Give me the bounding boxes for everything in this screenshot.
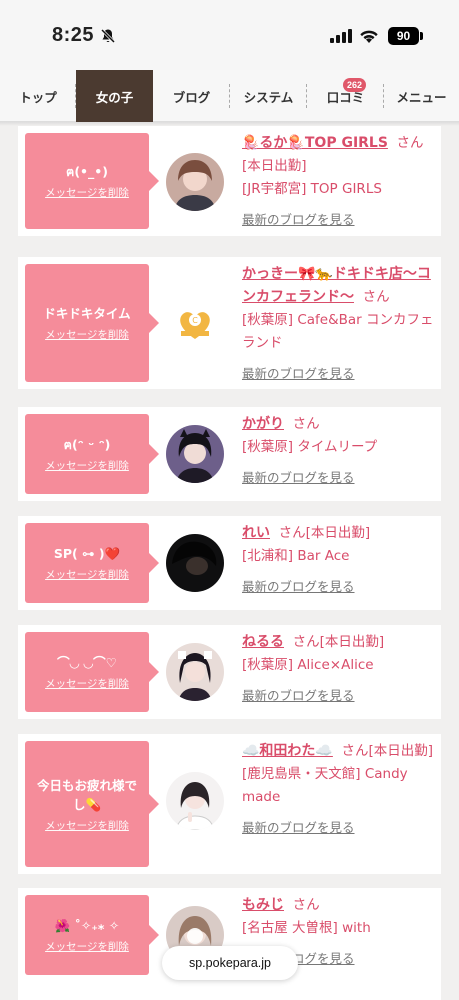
girl-info: かがり さん [秋葉原] タイムリープ 最新のブログを見る [242, 413, 434, 490]
message-bubble: ฅ(ᵔ ᵕ ᵔ) メッセージを削除 [25, 414, 159, 494]
message-text: ฅ(ᵔ ᵕ ᵔ) [63, 437, 111, 452]
list-item: ฅ(•_•) メッセージを削除 🪼るか🪼TOP GIRLS さん [本日出勤] … [18, 126, 441, 236]
delete-message-link[interactable]: メッセージを削除 [45, 185, 129, 200]
girl-info: ねるる さん[本日出勤] [秋葉原] Alice×Alice 最新のブログを見る [242, 631, 434, 708]
list-item: ⌒◡ ◡⌒♡ メッセージを削除 ねるる さん[本日出勤] [秋葉原] Alice… [18, 625, 441, 719]
bell-muted-icon [100, 28, 116, 44]
tab-system[interactable]: システム [230, 70, 307, 122]
tab-top[interactable]: トップ [0, 70, 76, 122]
girl-info: かっきー🎀🐆ドキドキ店〜コンカフェランド〜 さん [秋葉原] Cafe&Bar … [242, 266, 434, 381]
latest-blog-link[interactable]: 最新のブログを見る [242, 470, 355, 485]
svg-text:C: C [192, 316, 198, 325]
avatar[interactable] [166, 153, 224, 211]
clock: 8:25 [52, 24, 95, 46]
list-item: SP( ⊶ )❤️ メッセージを削除 れい さん[本日出勤] [北浦和] Bar… [18, 516, 441, 610]
girl-name-link[interactable]: かっきー🎀🐆ドキドキ店〜コンカフェランド〜 [242, 266, 431, 305]
main-nav: トップ 女の子 ブログ システム 口コミ 262 メニュー [0, 70, 459, 122]
list-item: ドキドキタイム メッセージを削除 C かっきー🎀🐆ドキドキ店〜コンカフェランド〜… [18, 257, 441, 389]
girl-name-link[interactable]: ねるる [242, 634, 284, 650]
message-text: ⌒◡ ◡⌒♡ [57, 655, 117, 670]
girl-name-link[interactable]: 🪼るか🪼TOP GIRLS [242, 135, 388, 151]
shop-name: [名古屋 大曽根] with [242, 920, 371, 936]
message-text: ฅ(•_•) [65, 164, 109, 179]
girl-name-link[interactable]: かがり [242, 416, 284, 432]
delete-message-link[interactable]: メッセージを削除 [45, 939, 129, 954]
message-text: ドキドキタイム [43, 306, 131, 321]
message-bubble: SP( ⊶ )❤️ メッセージを削除 [25, 523, 159, 603]
latest-blog-link[interactable]: 最新のブログを見る [242, 688, 355, 703]
delete-message-link[interactable]: メッセージを削除 [45, 327, 129, 342]
girl-name-link[interactable]: れい [242, 525, 270, 541]
message-bubble: 今日もお疲れ様でし💊 メッセージを削除 [25, 741, 159, 867]
shop-name: [北浦和] Bar Ace [242, 548, 350, 564]
tab-blog[interactable]: ブログ [153, 70, 230, 122]
list-item: 🌺 ˚✧₊⁎ ✧ メッセージを削除 もみじ さん [名古屋 大曽根] with … [18, 888, 441, 1000]
avatar[interactable]: C [166, 294, 224, 352]
latest-blog-link[interactable]: 最新のブログを見る [242, 579, 355, 594]
girl-name-link[interactable]: もみじ [242, 897, 284, 913]
girl-name-link[interactable]: ☁️和田わた☁️ [242, 743, 333, 759]
shop-name: [鹿児島県・天文館] Candy made [242, 766, 408, 805]
browser-url-bar[interactable]: sp.pokepara.jp [162, 946, 298, 980]
girl-info: ☁️和田わた☁️ さん[本日出勤] [鹿児島県・天文館] Candy made … [242, 743, 434, 835]
avatar[interactable] [166, 643, 224, 701]
battery-tip [420, 32, 423, 40]
message-bubble: ฅ(•_•) メッセージを削除 [25, 133, 159, 229]
list-item: ฅ(ᵔ ᵕ ᵔ) メッセージを削除 かがり さん [秋葉原] タイムリープ 最新… [18, 407, 441, 501]
avatar[interactable] [166, 425, 224, 483]
cellular-signal-icon [330, 29, 352, 43]
delete-message-link[interactable]: メッセージを削除 [45, 567, 129, 582]
message-bubble: ドキドキタイム メッセージを削除 [25, 264, 159, 382]
latest-blog-link[interactable]: 最新のブログを見る [242, 820, 355, 835]
shop-name: [秋葉原] Cafe&Bar コンカフェランド [242, 312, 434, 351]
wifi-icon [360, 30, 378, 43]
shop-name: [JR宇都宮] TOP GIRLS [242, 181, 382, 197]
message-bubble: ⌒◡ ◡⌒♡ メッセージを削除 [25, 632, 159, 712]
list-item: 今日もお疲れ様でし💊 メッセージを削除 ☁️和田わた☁️ さん[本日出勤] [鹿… [18, 734, 441, 874]
work-status: [本日出勤] [242, 158, 307, 174]
message-text: 今日もお疲れ様でし💊 [37, 777, 138, 812]
delete-message-link[interactable]: メッセージを削除 [45, 458, 129, 473]
avatar[interactable] [166, 772, 224, 830]
delete-message-link[interactable]: メッセージを削除 [45, 676, 129, 691]
tab-girls[interactable]: 女の子 [76, 70, 153, 122]
message-bubble: 🌺 ˚✧₊⁎ ✧ メッセージを削除 [25, 895, 159, 975]
latest-blog-link[interactable]: 最新のブログを見る [242, 366, 355, 381]
girl-info: 🪼るか🪼TOP GIRLS さん [本日出勤] [JR宇都宮] TOP GIRL… [242, 132, 434, 232]
shop-name: [秋葉原] タイムリープ [242, 439, 378, 455]
message-text: 🌺 ˚✧₊⁎ ✧ [54, 918, 120, 933]
shop-name: [秋葉原] Alice×Alice [242, 657, 374, 673]
tab-menu[interactable]: メニュー [384, 70, 459, 122]
reviews-count-badge: 262 [342, 78, 366, 92]
latest-blog-link[interactable]: 最新のブログを見る [242, 212, 355, 227]
battery-indicator: 90 [388, 27, 419, 45]
tab-reviews[interactable]: 口コミ 262 [307, 70, 384, 122]
message-text: SP( ⊶ )❤️ [53, 546, 121, 561]
status-bar: 8:25 90 [0, 0, 459, 70]
delete-message-link[interactable]: メッセージを削除 [45, 818, 129, 833]
avatar[interactable] [166, 534, 224, 592]
girl-info: れい さん[本日出勤] [北浦和] Bar Ace 最新のブログを見る [242, 522, 434, 599]
